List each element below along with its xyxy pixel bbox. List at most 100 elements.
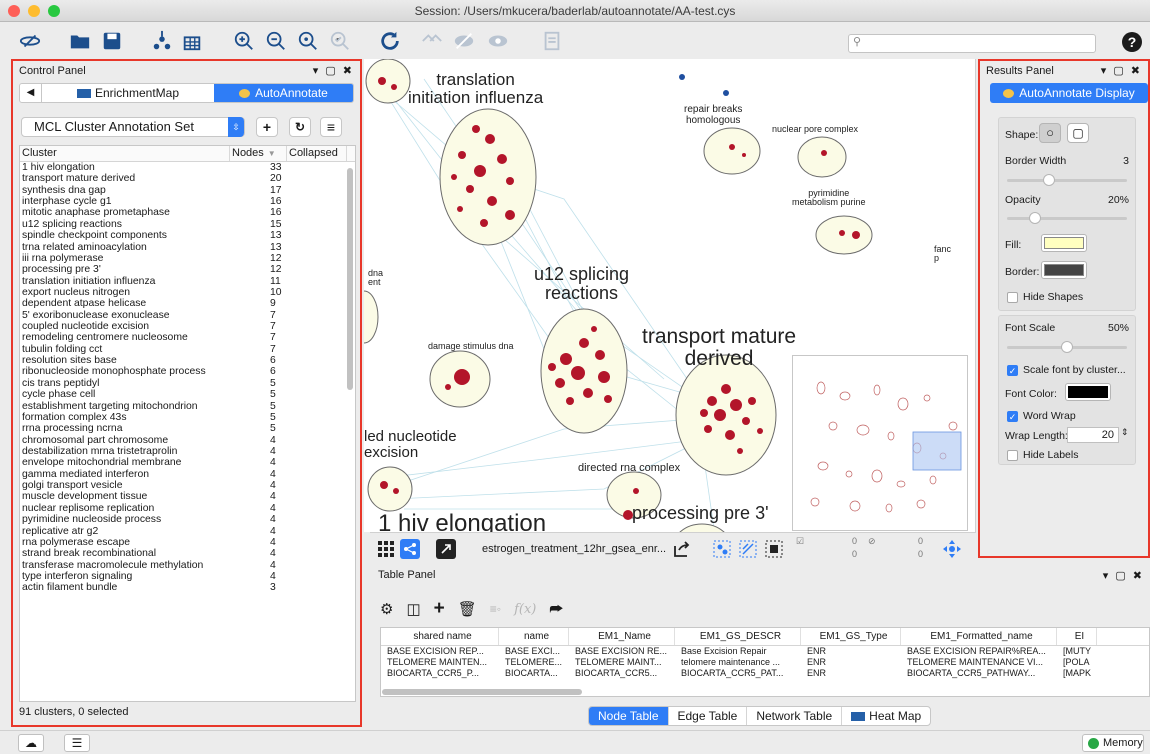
border-width-slider[interactable]	[1007, 174, 1127, 186]
select-edges-icon[interactable]	[738, 539, 758, 559]
tab-autoannotate[interactable]: AutoAnnotate	[214, 84, 353, 102]
cluster-row[interactable]: golgi transport vesicle 4	[20, 480, 355, 491]
border-color-button[interactable]	[1041, 261, 1087, 279]
tab-edge-table[interactable]: Edge Table	[669, 707, 748, 725]
column-header[interactable]: shared name	[381, 628, 499, 645]
tab-scroll-left-icon[interactable]: ◀	[20, 84, 42, 102]
delete-column-icon[interactable]: 🗑	[458, 600, 477, 618]
cluster-row[interactable]: destabilization mrna tristetraprolin 4	[20, 446, 355, 457]
minimize-window-button[interactable]	[28, 5, 40, 17]
border-width-knob[interactable]	[1042, 174, 1055, 186]
export-table-icon[interactable]: ⮫	[549, 601, 563, 618]
zoom-in-icon[interactable]	[230, 27, 258, 55]
function-builder-icon[interactable]: f(x)	[514, 602, 536, 617]
cluster-row[interactable]: cycle phase cell 5	[20, 389, 355, 400]
wrap-length-input[interactable]: 20	[1067, 427, 1119, 443]
detach-view-icon[interactable]	[436, 539, 456, 559]
cluster-scrollbar[interactable]	[347, 168, 353, 390]
cluster-row[interactable]: ribonucleoside monophosphate process 6	[20, 366, 355, 377]
home-icon[interactable]	[418, 27, 446, 55]
cluster-row[interactable]: remodeling centromere nucleosome 7	[20, 332, 355, 343]
network-overview-minimap[interactable]	[792, 355, 968, 531]
cluster-row[interactable]: coupled nucleotide excision 7	[20, 321, 355, 332]
opacity-knob[interactable]	[1028, 212, 1041, 224]
opacity-slider[interactable]	[1007, 212, 1127, 224]
network-name[interactable]: estrogen_treatment_12hr_gsea_enr...	[482, 543, 666, 555]
column-header[interactable]: name	[499, 628, 569, 645]
cluster-row[interactable]: interphase cycle g1 16	[20, 196, 355, 207]
search-input[interactable]	[848, 34, 1096, 53]
navigate-icon[interactable]	[942, 539, 962, 559]
rectangle-shape-button[interactable]: ▢	[1067, 123, 1089, 143]
import-table-icon[interactable]	[178, 27, 206, 55]
column-cluster[interactable]: Cluster	[20, 146, 230, 161]
column-collapsed[interactable]: Collapsed	[287, 146, 347, 161]
cluster-row[interactable]: processing pre 3' 12	[20, 264, 355, 275]
font-scale-slider[interactable]	[1007, 341, 1127, 353]
export-network-icon[interactable]	[672, 539, 692, 559]
task-list-icon[interactable]: ☰	[64, 734, 90, 752]
column-header[interactable]: EM1_Name	[569, 628, 675, 645]
column-header[interactable]: EM1_GS_Type	[801, 628, 901, 645]
columns-icon[interactable]: ◫	[406, 600, 420, 618]
import-network-icon[interactable]	[148, 27, 176, 55]
cluster-row[interactable]: translation initiation influenza 11	[20, 276, 355, 287]
fill-color-button[interactable]	[1041, 234, 1087, 252]
tab-network-table[interactable]: Network Table	[747, 707, 843, 725]
cluster-row[interactable]: establishment targeting mitochondrion 5	[20, 401, 355, 412]
cluster-row[interactable]: gamma mediated interferon 4	[20, 469, 355, 480]
tab-enrichmentmap[interactable]: EnrichmentMap	[42, 84, 214, 102]
cluster-row[interactable]: envelope mitochondrial membrane 4	[20, 457, 355, 468]
cluster-row[interactable]: synthesis dna gap 17	[20, 185, 355, 196]
font-color-button[interactable]	[1065, 383, 1111, 401]
grid-view-icon[interactable]	[376, 539, 396, 559]
hide-icon[interactable]	[450, 27, 478, 55]
add-annotation-set-button[interactable]: +	[256, 117, 278, 137]
cluster-row[interactable]: rrna processing ncrna 5	[20, 423, 355, 434]
column-header[interactable]: EI	[1057, 628, 1097, 645]
gear-icon[interactable]: ⚙	[380, 600, 393, 618]
zoom-window-button[interactable]	[48, 5, 60, 17]
cluster-row[interactable]: actin filament bundle 3	[20, 582, 355, 593]
cluster-row[interactable]: transport mature derived 20	[20, 173, 355, 184]
add-column-icon[interactable]: +	[434, 598, 445, 620]
cluster-row[interactable]: trna related aminoacylation 13	[20, 242, 355, 253]
table-panel-controls[interactable]: ▾ ▢ ✖	[1103, 569, 1144, 582]
ellipse-shape-button[interactable]: ○	[1039, 123, 1061, 143]
table-row[interactable]: BIOCARTA_CCR5_P... BIOCARTA... BIOCARTA_CC…	[381, 668, 1149, 679]
link-table-icon[interactable]: ≡◦	[490, 602, 501, 616]
table-hscrollbar[interactable]	[382, 689, 582, 695]
zoom-out-icon[interactable]	[262, 27, 290, 55]
cluster-row[interactable]: replicative atr g2 4	[20, 526, 355, 537]
panel-controls[interactable]: ▾ ▢ ✖	[313, 61, 354, 81]
tab-node-table[interactable]: Node Table	[589, 707, 669, 725]
cluster-row[interactable]: chromosomal part chromosome 4	[20, 435, 355, 446]
column-header[interactable]: EM1_Formatted_name	[901, 628, 1057, 645]
column-nodes[interactable]: Nodes ▼	[230, 146, 287, 161]
font-scale-knob[interactable]	[1061, 341, 1073, 353]
close-window-button[interactable]	[8, 5, 20, 17]
cluster-row[interactable]: formation complex 43s 5	[20, 412, 355, 423]
cloud-icon[interactable]: ☁	[18, 734, 44, 752]
hide-shapes-checkbox[interactable]	[1007, 292, 1018, 303]
new-session-icon[interactable]	[16, 27, 44, 55]
wrap-length-stepper-icon[interactable]: ⇕	[1121, 427, 1129, 438]
column-header[interactable]: EM1_GS_DESCR	[675, 628, 801, 645]
cluster-row[interactable]: pyrimidine nucleoside process 4	[20, 514, 355, 525]
cluster-row[interactable]: mitotic anaphase prometaphase 16	[20, 207, 355, 218]
cluster-row[interactable]: strand break recombinational 4	[20, 548, 355, 559]
scale-font-checkbox[interactable]: ✓	[1007, 365, 1018, 376]
annotation-set-menu-button[interactable]: ≡	[320, 117, 342, 137]
cluster-row[interactable]: resolution sites base 6	[20, 355, 355, 366]
help-icon[interactable]: ?	[1122, 32, 1142, 52]
cluster-row[interactable]: tubulin folding cct 7	[20, 344, 355, 355]
results-panel-controls[interactable]: ▾ ▢ ✖	[1101, 61, 1142, 81]
cluster-row[interactable]: u12 splicing reactions 15	[20, 219, 355, 230]
cluster-row[interactable]: muscle development tissue 4	[20, 491, 355, 502]
tab-heat-map[interactable]: Heat Map	[842, 707, 930, 725]
cluster-row[interactable]: spindle checkpoint components 13	[20, 230, 355, 241]
network-view[interactable]: translation initiation influenza u12 spli…	[364, 59, 976, 532]
table-row[interactable]: TELOMERE MAINTEN... TELOMERE... TELOMERE M…	[381, 657, 1149, 668]
zoom-selected-icon[interactable]	[326, 27, 354, 55]
annotation-set-select[interactable]: MCL Cluster Annotation Set ⇳	[21, 117, 245, 137]
